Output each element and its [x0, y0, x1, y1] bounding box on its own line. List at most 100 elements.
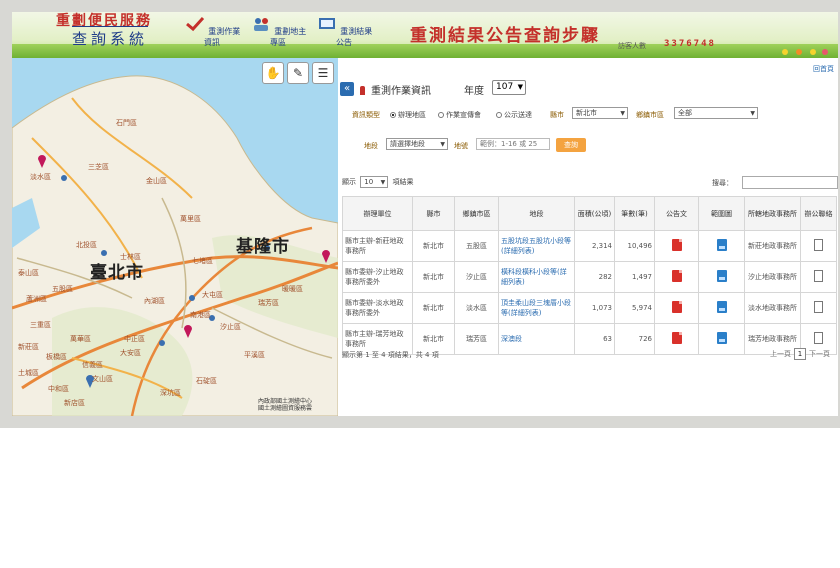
map-district-label: 汐止區 — [220, 323, 241, 331]
search-input[interactable] — [742, 176, 838, 189]
cell-count: 726 — [614, 323, 655, 355]
query-button[interactable]: 查詢 — [556, 138, 586, 152]
map-district-label: 平溪區 — [244, 351, 265, 359]
radio-meeting[interactable]: 作業宣傳會 — [438, 110, 481, 120]
column-header[interactable]: 公告文 — [654, 196, 699, 231]
county-value: 新北市 — [576, 109, 597, 117]
show-prefix: 顯示 — [342, 178, 356, 186]
county-select[interactable]: 新北市 ▼ — [572, 107, 628, 119]
map-district-label: 五股區 — [52, 285, 73, 293]
map-district-label: 金山區 — [146, 177, 167, 185]
flower-icon — [796, 49, 802, 55]
cell-county: 新北市 — [412, 292, 455, 324]
column-header[interactable]: 筆數(筆) — [614, 196, 655, 231]
radio-area[interactable]: 辦理地區 — [390, 110, 426, 120]
map-district-label: 萬里區 — [180, 215, 201, 223]
map-district-label: 板橋區 — [46, 353, 67, 361]
page-size-select[interactable]: 10 ▼ — [360, 176, 389, 188]
jpg-icon[interactable] — [716, 239, 727, 251]
people-icon — [253, 18, 268, 31]
pdf-icon[interactable] — [671, 270, 682, 282]
radio-button[interactable] — [438, 112, 444, 118]
cell-range — [698, 323, 745, 355]
cell-unit: 縣市委辦-汐止地政事務所委外 — [342, 261, 413, 293]
column-header[interactable]: 面積(公頃) — [574, 196, 615, 231]
map-district-label: 士林區 — [120, 253, 141, 261]
map-district-label: 泰山區 — [18, 269, 39, 277]
pan-hand-icon[interactable]: ✋ — [262, 62, 284, 84]
section-link[interactable]: 五股坑段五股坑小段等(詳細列表) — [501, 237, 571, 255]
search-label: 搜尋： — [712, 179, 733, 187]
nav-results[interactable]: 重測結果公告 — [314, 16, 374, 48]
chevron-down-icon: ▼ — [620, 110, 625, 117]
draw-pen-icon[interactable]: ✎ — [287, 62, 309, 84]
radio-delivery[interactable]: 公示送達 — [496, 110, 532, 120]
pdf-icon[interactable] — [671, 239, 682, 251]
cell-section: 頂圭柔山段三塊厝小段等(詳細列表) — [498, 292, 575, 324]
cell-range — [698, 230, 745, 262]
cell-range — [698, 292, 745, 324]
current-page-button[interactable]: 1 — [794, 348, 806, 360]
column-header[interactable]: 所轄地政事務所 — [744, 196, 801, 231]
column-header[interactable]: 範圍圖 — [698, 196, 745, 231]
section-select[interactable]: 請選擇地段 ▼ — [386, 138, 448, 150]
cell-range — [698, 261, 745, 293]
section-link[interactable]: 橫科段橫科小段等(詳細列表) — [501, 268, 567, 286]
show-suffix: 項結果 — [392, 178, 414, 186]
document-icon[interactable] — [814, 301, 823, 313]
cell-section: 五股坑段五股坑小段等(詳細列表) — [498, 230, 575, 262]
screenshot-frame: 重劃便民服務 查詢系統 重測作業資訊 重劃地主專區 重測結果公告 重測結果公告查… — [0, 0, 840, 428]
cell-office: 新莊地政事務所 — [744, 230, 801, 262]
column-header[interactable]: 辦理單位 — [342, 196, 413, 231]
filter-form: 資訊類型 辦理地區 作業宣傳會 公示送達 縣市 新北市 ▼ 鄉鎮市區 全部 ▼ 地段… — [342, 104, 834, 156]
year-select[interactable]: 107 ▼ — [492, 80, 526, 95]
pdf-icon[interactable] — [671, 332, 682, 344]
document-icon[interactable] — [814, 270, 823, 282]
cell-district: 淡水區 — [454, 292, 499, 324]
section-link[interactable]: 頂圭柔山段三塊厝小段等(詳細列表) — [501, 299, 571, 317]
section-value: 請選擇地段 — [390, 140, 425, 148]
jpg-icon[interactable] — [716, 270, 727, 282]
logo-subtitle[interactable]: 查詢系統 — [72, 26, 149, 49]
home-link[interactable]: 回首頁 — [813, 64, 834, 74]
page-size-row: 顯示 10 ▼ 項結果 — [342, 176, 413, 188]
map-district-label: 信義區 — [82, 361, 103, 369]
radio-button[interactable] — [496, 112, 502, 118]
column-header[interactable]: 地段 — [498, 196, 575, 231]
column-header[interactable]: 鄉鎮市區 — [454, 196, 499, 231]
jpg-icon[interactable] — [716, 301, 727, 313]
nav-project-info[interactable]: 重測作業資訊 — [182, 16, 242, 48]
jpg-icon[interactable] — [716, 332, 727, 344]
section-link[interactable]: 深澳段 — [501, 335, 522, 343]
layers-icon[interactable]: ☰ — [312, 62, 334, 84]
document-icon[interactable] — [814, 332, 823, 344]
pdf-icon[interactable] — [671, 301, 682, 313]
map-credit-line: 國土測繪圖資服務雲 — [258, 405, 313, 412]
map-district-label: 石門區 — [116, 119, 137, 127]
chevron-down-icon: ▼ — [517, 83, 523, 91]
cell-office: 汐止地政事務所 — [744, 261, 801, 293]
district-select[interactable]: 全部 ▼ — [674, 107, 758, 119]
document-icon[interactable] — [814, 239, 823, 251]
collapse-panel-button[interactable]: « — [340, 82, 354, 96]
map-district-label: 大安區 — [120, 349, 141, 357]
cell-county: 新北市 — [412, 261, 455, 293]
cell-contact — [800, 292, 837, 324]
map-district-label: 新店區 — [64, 399, 85, 407]
nav-landowner[interactable]: 重劃地主專區 — [248, 16, 308, 48]
cell-county: 新北市 — [412, 230, 455, 262]
column-header[interactable]: 辦公聯絡 — [800, 196, 837, 231]
map-view[interactable]: ✋ ✎ ☰ 臺北市 基隆市 石門區 三芝區 金山區 淡水區 萬里區 北投區 士林… — [12, 58, 338, 416]
prev-page-button[interactable]: 上一頁 — [770, 349, 791, 359]
cell-section: 橫科段橫科小段等(詳細列表) — [498, 261, 575, 293]
column-header[interactable]: 縣市 — [412, 196, 455, 231]
radio-button[interactable] — [390, 112, 396, 118]
cell-district: 瑞芳區 — [454, 323, 499, 355]
browser-screen: 重劃便民服務 查詢系統 重測作業資訊 重劃地主專區 重測結果公告 重測結果公告查… — [12, 12, 838, 416]
flower-icon — [822, 49, 828, 55]
lot-input[interactable]: 範例：1-16 或 25 — [476, 138, 550, 150]
radio-label: 作業宣傳會 — [446, 111, 481, 119]
page-heading: 重測結果公告查詢步驟 — [410, 26, 600, 46]
next-page-button[interactable]: 下一頁 — [809, 349, 830, 359]
cell-notice — [654, 230, 699, 262]
